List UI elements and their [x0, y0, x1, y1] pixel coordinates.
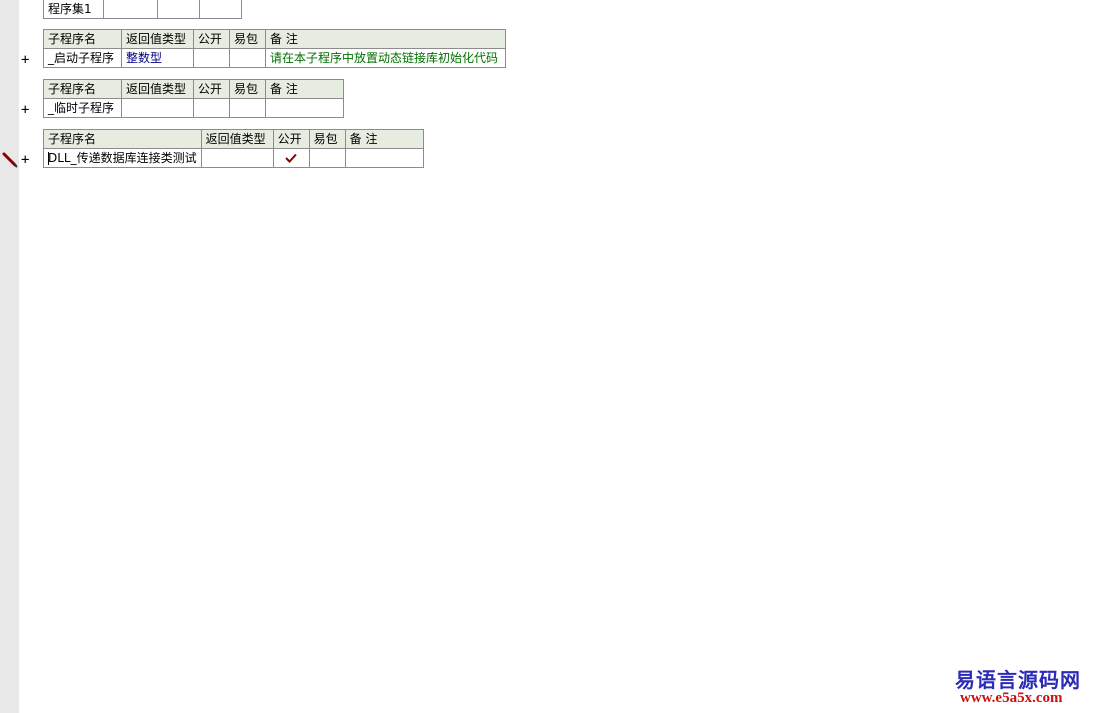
- header-easy-pack: 易包: [229, 29, 266, 49]
- sub-public-cell[interactable]: [272, 148, 310, 168]
- expand-icon[interactable]: +: [21, 153, 29, 167]
- checkmark-icon: [285, 153, 297, 163]
- pencil-icon: [2, 152, 18, 168]
- expand-icon[interactable]: +: [21, 103, 29, 117]
- header-easy-pack: 易包: [308, 129, 346, 149]
- sub-remark-cell[interactable]: [344, 148, 424, 168]
- left-gutter: [0, 0, 19, 713]
- header-public: 公开: [193, 79, 230, 99]
- sub-return-type-cell[interactable]: [200, 148, 274, 168]
- subroutine-table-1: 子程序名 返回值类型 公开 易包 备 注 _启动子程序 整数型 请在本子程序中放…: [43, 29, 506, 68]
- watermark-title: 易语言源码网: [955, 668, 1081, 692]
- header-remark: 备 注: [344, 129, 424, 149]
- sub-public-cell[interactable]: [193, 98, 230, 118]
- watermark-url: www.e5a5x.com: [960, 690, 1063, 706]
- sub-remark-cell[interactable]: [265, 98, 344, 118]
- header-public: 公开: [193, 29, 230, 49]
- header-sub-name: 子程序名: [43, 29, 122, 49]
- assembly-name-cell[interactable]: 程序集1: [43, 0, 104, 19]
- assembly-table: 程序集1: [43, 0, 242, 19]
- header-return-type: 返回值类型: [121, 29, 194, 49]
- sub-name-cell[interactable]: DLL_传递数据库连接类测试: [43, 148, 202, 168]
- header-sub-name: 子程序名: [43, 79, 122, 99]
- sub-easy-pack-cell[interactable]: [229, 48, 266, 68]
- expand-icon[interactable]: +: [21, 53, 29, 67]
- sub-name-cell[interactable]: _临时子程序: [43, 98, 122, 118]
- assembly-cell-4[interactable]: [199, 0, 242, 19]
- sub-remark-cell[interactable]: 请在本子程序中放置动态链接库初始化代码: [265, 48, 506, 68]
- header-easy-pack: 易包: [229, 79, 266, 99]
- assembly-cell-2[interactable]: [103, 0, 158, 19]
- header-return-type: 返回值类型: [200, 129, 274, 149]
- sub-name-cell[interactable]: _启动子程序: [43, 48, 122, 68]
- header-public: 公开: [272, 129, 310, 149]
- sub-name-text: DLL_传递数据库连接类测试: [48, 151, 197, 165]
- subroutine-table-3: 子程序名 返回值类型 公开 易包 备 注 DLL_传递数据库连接类测试: [43, 129, 424, 168]
- header-remark: 备 注: [265, 79, 344, 99]
- sub-public-cell[interactable]: [193, 48, 230, 68]
- header-sub-name: 子程序名: [43, 129, 202, 149]
- sub-return-type-cell[interactable]: 整数型: [121, 48, 194, 68]
- assembly-cell-3[interactable]: [157, 0, 200, 19]
- sub-easy-pack-cell[interactable]: [308, 148, 346, 168]
- sub-return-type-cell[interactable]: [121, 98, 194, 118]
- subroutine-table-2: 子程序名 返回值类型 公开 易包 备 注 _临时子程序: [43, 79, 344, 118]
- header-return-type: 返回值类型: [121, 79, 194, 99]
- sub-easy-pack-cell[interactable]: [229, 98, 266, 118]
- header-remark: 备 注: [265, 29, 506, 49]
